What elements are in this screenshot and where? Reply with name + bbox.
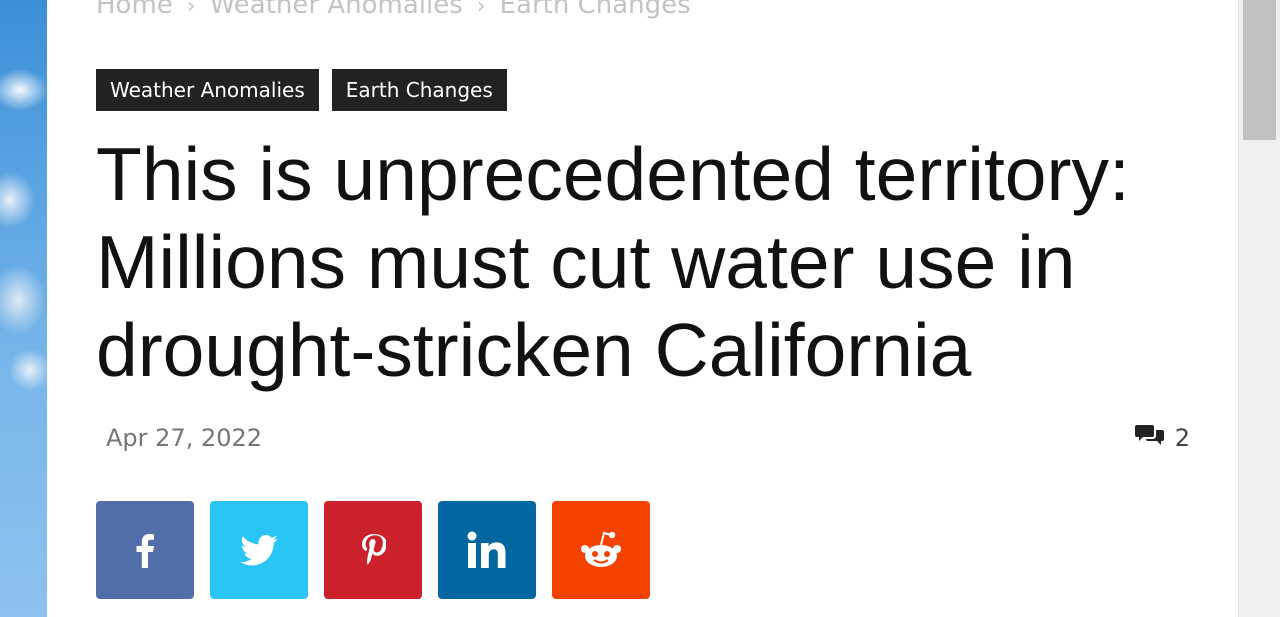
facebook-icon [134, 532, 156, 568]
tag-weather-anomalies[interactable]: Weather Anomalies [96, 69, 319, 111]
comments-link[interactable]: 2 [1134, 424, 1190, 452]
share-buttons [96, 501, 650, 599]
reddit-share-button[interactable] [552, 501, 650, 599]
pinterest-share-button[interactable] [324, 501, 422, 599]
tag-earth-changes[interactable]: Earth Changes [331, 69, 507, 111]
pinterest-icon [360, 533, 386, 567]
vertical-scrollbar[interactable] [1238, 0, 1280, 617]
breadcrumb-home-link[interactable]: Home [96, 0, 173, 20]
article-header: Home › Weather Anomalies › Earth Changes Wea… [47, 0, 1238, 617]
breadcrumb: Home › Weather Anomalies › Earth Changes [96, 0, 691, 20]
linkedin-icon [467, 531, 507, 569]
article-date: Apr 27, 2022 [106, 424, 263, 452]
breadcrumb-earth-changes-link[interactable]: Earth Changes [500, 0, 691, 20]
article-title: This is unprecedented territory: Million… [96, 132, 1130, 392]
chevron-right-icon: › [186, 0, 196, 19]
background-sky-image [0, 0, 47, 617]
reddit-icon [578, 530, 624, 570]
linkedin-share-button[interactable] [438, 501, 536, 599]
chevron-right-icon: › [476, 0, 486, 19]
category-tags: Weather Anomalies Earth Changes [96, 69, 507, 111]
comments-icon [1134, 424, 1165, 452]
breadcrumb-weather-anomalies-link[interactable]: Weather Anomalies [210, 0, 463, 20]
twitter-share-button[interactable] [210, 501, 308, 599]
comment-count: 2 [1174, 424, 1190, 452]
facebook-share-button[interactable] [96, 501, 194, 599]
twitter-icon [240, 534, 278, 566]
scrollbar-thumb[interactable] [1243, 0, 1276, 140]
